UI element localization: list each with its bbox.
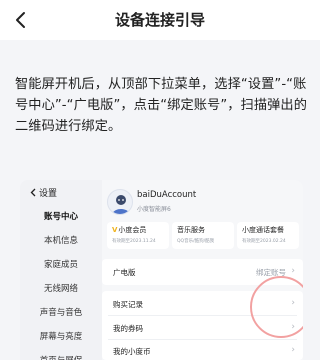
highlight-circle	[250, 276, 303, 338]
instruction-text: 智能屏开机后，从顶部下拉菜单，选择“设置”-“账号中心”-“广电版”，点击“绑定…	[15, 77, 307, 134]
avatar-icon	[112, 195, 130, 214]
chevron-left-icon	[30, 188, 36, 197]
my-coupons: 我的券码	[113, 324, 143, 333]
chevron-right-icon: ›	[291, 266, 295, 276]
call-plan-card: 小度通话套餐 有效期至2023.02.24	[237, 222, 299, 249]
music-service-card: 音乐服务 QQ音乐/酷狗/酷我	[172, 222, 234, 249]
account-center-panel: baiDuAccount 小度智能屏6 V小度会员 有效期至2023.11.24…	[102, 180, 303, 360]
sidebar-item-device-info: 本机信息	[43, 236, 78, 246]
sidebar-item-home: 首页与屏保	[20, 348, 102, 360]
card-subtitle: QQ音乐/酷狗/酷我	[177, 239, 215, 244]
sidebar-back-label: 设置	[39, 189, 58, 199]
sidebar-item-sound: 声音与音色	[39, 308, 83, 318]
account-name: baiDuAccount	[137, 190, 197, 200]
card-title: 小度通话套餐	[242, 226, 284, 234]
page-title: 设备连接引导	[114, 11, 205, 29]
card-subtitle: 有效期至2023.11.24	[112, 239, 156, 244]
my-coins: 我的小度币	[113, 347, 151, 356]
card-title: 小度会员	[118, 226, 147, 234]
settings-sidebar: 设置 账号中心 本机信息 家庭成员 无线网络 声音与音色 屏幕与亮度 首页与屏保	[20, 180, 102, 360]
account-device: 小度智能屏6	[137, 206, 171, 213]
broadcast-label: 广电版	[113, 268, 136, 277]
purchase-records: 购买记录	[113, 300, 143, 309]
sidebar-item-account: 账号中心	[43, 212, 78, 222]
sidebar-back: 设置	[30, 186, 57, 199]
chevron-right-icon: ›	[291, 345, 295, 355]
sidebar-item-family: 家庭成员	[43, 260, 78, 270]
app-header: 设备连接引导	[0, 0, 320, 40]
card-title: 音乐服务	[177, 226, 205, 234]
membership-card: V小度会员 有效期至2023.11.24	[107, 222, 169, 249]
sidebar-item-display: 屏幕与亮度	[39, 332, 83, 342]
guide-page: 智能屏开机后，从顶部下拉菜单，选择“设置”-“账号中心”-“广电版”，点击“绑定…	[0, 40, 320, 360]
card-subtitle: 有效期至2023.02.24	[242, 239, 286, 244]
divider	[108, 339, 297, 340]
settings-screenshot: 设置 账号中心 本机信息 家庭成员 无线网络 声音与音色 屏幕与亮度 首页与屏保…	[20, 180, 303, 360]
vip-badge-icon: V	[112, 226, 118, 234]
sidebar-item-wifi: 无线网络	[43, 284, 78, 294]
avatar	[107, 189, 133, 215]
